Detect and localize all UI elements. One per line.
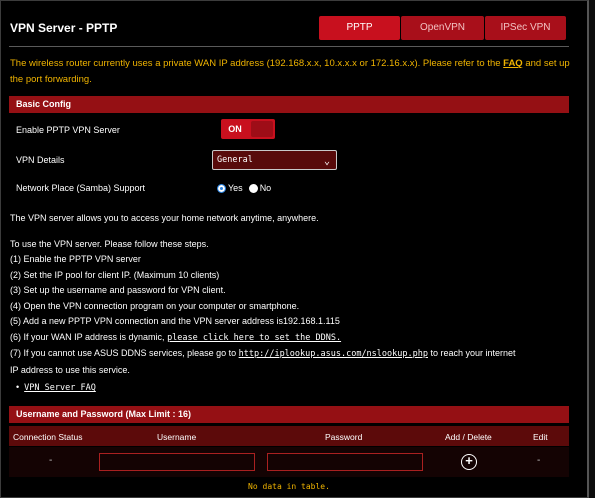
password-input[interactable] xyxy=(267,453,423,471)
step-7: (7) If you cannot use ASUS DDNS services… xyxy=(10,346,570,363)
page-frame: VPN Server - PPTP PPTP OpenVPN IPSec VPN… xyxy=(0,0,589,498)
header: VPN Server - PPTP PPTP OpenVPN IPSec VPN xyxy=(1,1,590,43)
wan-notice: The wireless router currently uses a pri… xyxy=(10,56,570,88)
step-6-text: (6) If your WAN IP address is dynamic, xyxy=(10,331,165,342)
vpn-server-faq-link[interactable]: VPN Server FAQ xyxy=(24,383,96,393)
basic-config-header: Basic Config xyxy=(9,96,569,113)
samba-no-radio[interactable] xyxy=(248,183,258,193)
col-edit: Edit xyxy=(533,432,548,442)
users-header: Username and Password (Max Limit : 16) xyxy=(9,406,569,423)
steps-title: To use the VPN server. Please follow the… xyxy=(10,238,209,249)
tab-openvpn[interactable]: OpenVPN xyxy=(401,16,484,40)
col-password: Password xyxy=(325,432,363,442)
username-input[interactable] xyxy=(99,453,255,471)
bullet-icon: • xyxy=(16,382,22,392)
enable-pptp-toggle[interactable]: ON xyxy=(221,119,275,139)
faq-link[interactable]: FAQ xyxy=(503,58,523,69)
toggle-knob xyxy=(251,121,273,137)
step-7-after: to reach your internet xyxy=(430,348,516,358)
ddns-link[interactable]: please click here to set the DDNS. xyxy=(167,333,341,343)
row-status: - xyxy=(49,455,53,466)
users-input-row: - + - xyxy=(9,447,569,477)
tab-pptp[interactable]: PPTP xyxy=(319,16,400,40)
header-divider xyxy=(9,46,569,47)
step-4: (4) Open the VPN connection program on y… xyxy=(10,300,300,311)
page-title: VPN Server - PPTP xyxy=(10,21,118,35)
col-add-delete: Add / Delete xyxy=(445,432,492,442)
chevron-down-icon: ⌄ xyxy=(323,156,330,167)
iplookup-link[interactable]: http://iplookup.asus.com/nslookup.php xyxy=(239,349,428,359)
faq-bullet: • VPN Server FAQ xyxy=(10,380,570,397)
step-1: (1) Enable the PPTP VPN server xyxy=(10,254,141,264)
samba-radio-group: Yes No xyxy=(217,183,277,193)
step-6: (6) If your WAN IP address is dynamic, p… xyxy=(10,330,570,347)
col-username: Username xyxy=(157,432,197,442)
no-data-message: No data in table. xyxy=(248,482,330,491)
instructions: The VPN server allows you to access your… xyxy=(10,211,570,397)
step-7-text: (7) If you cannot use ASUS DDNS services… xyxy=(10,348,237,358)
step-7-line2: IP address to use this service. xyxy=(10,364,130,375)
step-2: (2) Set the IP pool for client IP. (Maxi… xyxy=(10,269,220,280)
vpn-details-label: VPN Details xyxy=(16,155,65,165)
step-5: (5) Add a new PPTP VPN connection and th… xyxy=(10,316,340,326)
samba-label: Network Place (Samba) Support xyxy=(16,183,146,193)
vpn-details-value: General xyxy=(217,155,253,165)
samba-yes-radio[interactable] xyxy=(217,183,226,193)
plus-circle-icon[interactable]: + xyxy=(461,454,477,470)
row-edit: - xyxy=(537,455,541,466)
intro-text: The VPN server allows you to access your… xyxy=(10,213,319,223)
toggle-on-label: ON xyxy=(228,124,242,134)
tab-ipsec-vpn[interactable]: IPSec VPN xyxy=(485,16,566,40)
step-3: (3) Set up the username and password for… xyxy=(10,285,226,295)
samba-no-label: No xyxy=(259,183,272,193)
vpn-details-select[interactable]: General ⌄ xyxy=(212,150,337,170)
wan-notice-text: The wireless router currently uses a pri… xyxy=(10,58,501,69)
users-table-header: Connection Status Username Password Add … xyxy=(9,426,569,446)
col-connection-status: Connection Status xyxy=(13,432,83,442)
samba-yes-label: Yes xyxy=(228,183,243,193)
enable-pptp-label: Enable PPTP VPN Server xyxy=(16,125,120,135)
tab-bar: PPTP OpenVPN IPSec VPN xyxy=(319,16,567,40)
